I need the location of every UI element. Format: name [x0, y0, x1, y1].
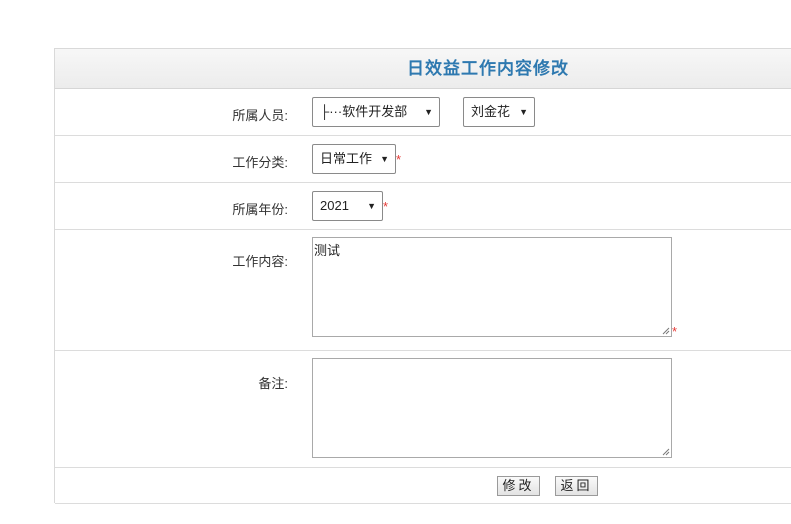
required-marker: * — [383, 199, 389, 214]
form-header: 日效益工作内容修改 — [55, 49, 791, 89]
content-label: 工作内容: — [232, 254, 288, 269]
department-select[interactable]: ├···软件开发部 ▼ — [312, 97, 440, 127]
required-marker: * — [672, 324, 678, 339]
resize-grip-icon[interactable] — [662, 327, 670, 335]
person-select[interactable]: 刘金花 ▼ — [463, 97, 535, 127]
content-row: 工作内容: 测试 * — [55, 230, 791, 351]
department-select-value: ├···软件开发部 — [320, 104, 408, 119]
modify-button[interactable]: 修改 — [497, 476, 540, 496]
person-select-value: 刘金花 — [471, 104, 511, 119]
content-textarea[interactable]: 测试 — [312, 237, 672, 337]
chevron-down-icon: ▼ — [424, 107, 433, 117]
category-select[interactable]: 日常工作 ▼ — [312, 144, 396, 174]
page-title: 日效益工作内容修改 — [407, 59, 569, 78]
chevron-down-icon: ▼ — [380, 154, 389, 164]
required-marker: * — [396, 152, 402, 167]
member-row: 所属人员: ├···软件开发部 ▼ 刘金花 ▼ — [55, 89, 791, 136]
remark-row: 备注: — [55, 351, 791, 468]
member-label: 所属人员: — [232, 108, 288, 123]
category-label: 工作分类: — [232, 155, 288, 170]
year-label: 所属年份: — [232, 202, 288, 217]
chevron-down-icon: ▼ — [367, 201, 376, 211]
category-row: 工作分类: 日常工作 ▼ * — [55, 136, 791, 183]
button-row: 修改 返回 — [55, 468, 791, 504]
remark-label: 备注: — [258, 376, 288, 391]
resize-grip-icon[interactable] — [662, 448, 670, 456]
year-select-value: 2021 — [320, 198, 349, 213]
back-button[interactable]: 返回 — [555, 476, 598, 496]
chevron-down-icon: ▼ — [519, 107, 528, 117]
year-row: 所属年份: 2021 ▼ * — [55, 183, 791, 230]
edit-form-panel: 日效益工作内容修改 所属人员: ├···软件开发部 ▼ 刘金花 ▼ 工作分类: … — [54, 48, 791, 504]
content-text: 测试 — [314, 243, 341, 258]
year-select[interactable]: 2021 ▼ — [312, 191, 383, 221]
category-select-value: 日常工作 — [320, 151, 373, 166]
remark-textarea[interactable] — [312, 358, 672, 458]
